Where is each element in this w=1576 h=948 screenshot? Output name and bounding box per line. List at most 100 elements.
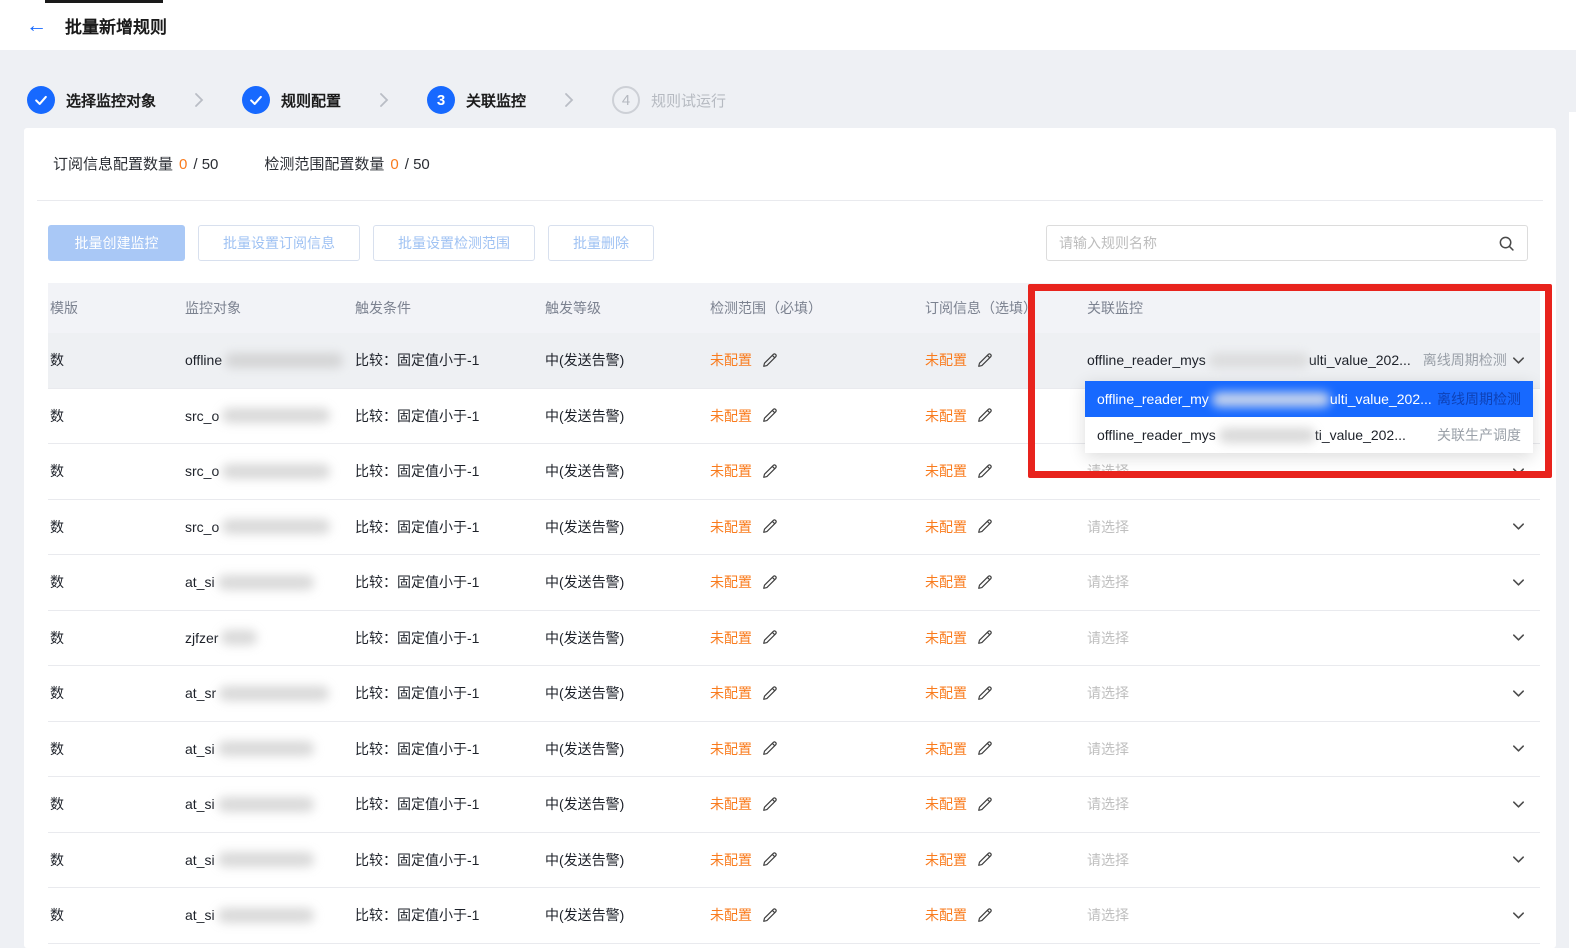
edit-pencil-icon[interactable]: [976, 352, 993, 369]
select-placeholder: 请选择: [1087, 850, 1129, 870]
linked-monitor-select[interactable]: 请选择: [1087, 572, 1540, 592]
back-arrow-icon[interactable]: ←: [26, 15, 47, 36]
linked-monitor-select[interactable]: 请选择: [1087, 517, 1540, 537]
cell-trigger-level: 中(发送告警): [545, 850, 710, 870]
edit-pencil-icon[interactable]: [976, 407, 993, 424]
not-configured-label: 未配置: [710, 905, 752, 925]
cell-monitor-target: src_o: [185, 408, 355, 424]
cell-monitor-target: at_si: [185, 796, 355, 812]
dropdown-option-selected[interactable]: offline_reader_my ulti_value_202... 离线周期…: [1085, 381, 1533, 417]
linked-monitor-select[interactable]: 请选择: [1087, 794, 1540, 814]
check-icon: [27, 86, 55, 114]
linked-monitor-select[interactable]: 请选择: [1087, 850, 1540, 870]
edit-pencil-icon[interactable]: [761, 685, 778, 702]
edit-pencil-icon[interactable]: [761, 740, 778, 757]
chevron-down-icon: [1511, 797, 1526, 812]
not-configured-label: 未配置: [925, 461, 967, 481]
col-level: 触发等级: [545, 298, 710, 318]
chevron-down-icon: [1511, 686, 1526, 701]
edit-pencil-icon[interactable]: [761, 796, 778, 813]
select-placeholder: 请选择: [1087, 794, 1129, 814]
monitor-type-tag: 离线周期检测: [1423, 350, 1507, 370]
not-configured-label: 未配置: [710, 406, 752, 426]
step-rule-config[interactable]: 规则配置: [242, 86, 341, 114]
chevron-down-icon: [1511, 519, 1526, 534]
linked-monitor-select[interactable]: 请选择: [1087, 628, 1540, 648]
chevron-right-icon: [194, 92, 204, 108]
redaction-blur: [218, 741, 314, 756]
divider: [37, 200, 1543, 201]
cell-trigger-level: 中(发送告警): [545, 683, 710, 703]
not-configured-label: 未配置: [925, 683, 967, 703]
not-configured-label: 未配置: [925, 572, 967, 592]
table-header: 模版 监控对象 触发条件 触发等级 检测范围（必填） 订阅信息（选填） 关联监控: [48, 283, 1540, 333]
redaction-blur: [221, 630, 257, 645]
step-number: 3: [427, 86, 455, 114]
not-configured-label: 未配置: [710, 350, 752, 370]
edit-pencil-icon[interactable]: [976, 629, 993, 646]
edit-pencil-icon[interactable]: [761, 407, 778, 424]
cell-monitor-target: src_o: [185, 463, 355, 479]
cell-template: 数: [48, 517, 185, 537]
select-placeholder: 请选择: [1087, 628, 1129, 648]
cell-monitor-target: at_si: [185, 907, 355, 923]
not-configured-label: 未配置: [925, 628, 967, 648]
batch-create-monitor-button[interactable]: 批量创建监控: [48, 225, 185, 261]
cell-subscribe: 未配置: [925, 850, 1087, 870]
edit-pencil-icon[interactable]: [976, 851, 993, 868]
cell-template: 数: [48, 905, 185, 925]
linked-monitor-select[interactable]: 请选择: [1087, 905, 1540, 925]
edit-pencil-icon[interactable]: [761, 352, 778, 369]
cell-scope: 未配置: [710, 739, 925, 759]
edit-pencil-icon[interactable]: [976, 685, 993, 702]
not-configured-label: 未配置: [710, 461, 752, 481]
linked-monitor-select[interactable]: 请选择: [1087, 683, 1540, 703]
edit-pencil-icon[interactable]: [761, 907, 778, 924]
redaction-blur: [222, 464, 330, 479]
scope-counter: 检测范围配置数量 0 / 50: [264, 153, 429, 174]
edit-pencil-icon[interactable]: [976, 574, 993, 591]
linked-monitor-select[interactable]: 请选择: [1087, 739, 1540, 759]
redaction-blur: [218, 852, 314, 867]
selected-monitor-value: offline_reader_mys ulti_value_202... 离线周…: [1087, 350, 1511, 370]
monitor-type-tag: 离线周期检测: [1437, 389, 1521, 409]
table-row: 数 src_o 比较：固定值小于-1 中(发送告警) 未配置 未配置 请选择: [48, 500, 1540, 556]
col-template: 模版: [48, 298, 185, 318]
cell-monitor-target: at_sr: [185, 685, 355, 701]
batch-delete-button[interactable]: 批量删除: [548, 225, 654, 261]
edit-pencil-icon[interactable]: [761, 851, 778, 868]
edit-pencil-icon[interactable]: [976, 463, 993, 480]
rule-search-input[interactable]: [1047, 235, 1498, 251]
edit-pencil-icon[interactable]: [976, 518, 993, 535]
table-row: 数 zjfzer 比较：固定值小于-1 中(发送告警) 未配置 未配置 请选择: [48, 611, 1540, 667]
step-link-monitor[interactable]: 3 关联监控: [427, 86, 526, 114]
edit-pencil-icon[interactable]: [761, 574, 778, 591]
edit-pencil-icon[interactable]: [976, 740, 993, 757]
cell-trigger-condition: 比较：固定值小于-1: [355, 517, 545, 537]
cell-template: 数: [48, 406, 185, 426]
chevron-down-icon: [1511, 908, 1526, 923]
step-trial-run: 4 规则试运行: [612, 86, 726, 114]
redaction-blur: [222, 519, 330, 534]
edit-pencil-icon[interactable]: [761, 463, 778, 480]
dropdown-option[interactable]: offline_reader_mys ti_value_202... 关联生产调…: [1085, 417, 1533, 453]
not-configured-label: 未配置: [925, 794, 967, 814]
edit-pencil-icon[interactable]: [761, 518, 778, 535]
step-select-target[interactable]: 选择监控对象: [27, 86, 156, 114]
linked-monitor-select[interactable]: 请选择: [1087, 461, 1540, 481]
search-icon[interactable]: [1498, 235, 1515, 252]
cell-template: 数: [48, 794, 185, 814]
cell-trigger-level: 中(发送告警): [545, 628, 710, 648]
cell-subscribe: 未配置: [925, 572, 1087, 592]
edit-pencil-icon[interactable]: [976, 907, 993, 924]
batch-set-scope-button[interactable]: 批量设置检测范围: [373, 225, 535, 261]
edit-pencil-icon[interactable]: [976, 796, 993, 813]
redaction-blur: [218, 797, 314, 812]
table-row: 数 at_si 比较：固定值小于-1 中(发送告警) 未配置 未配置 请选择: [48, 888, 1540, 944]
not-configured-label: 未配置: [925, 905, 967, 925]
cell-scope: 未配置: [710, 628, 925, 648]
batch-set-subscribe-button[interactable]: 批量设置订阅信息: [198, 225, 360, 261]
edit-pencil-icon[interactable]: [761, 629, 778, 646]
linked-monitor-select[interactable]: offline_reader_mys ulti_value_202... 离线周…: [1087, 350, 1540, 370]
cell-subscribe: 未配置: [925, 794, 1087, 814]
